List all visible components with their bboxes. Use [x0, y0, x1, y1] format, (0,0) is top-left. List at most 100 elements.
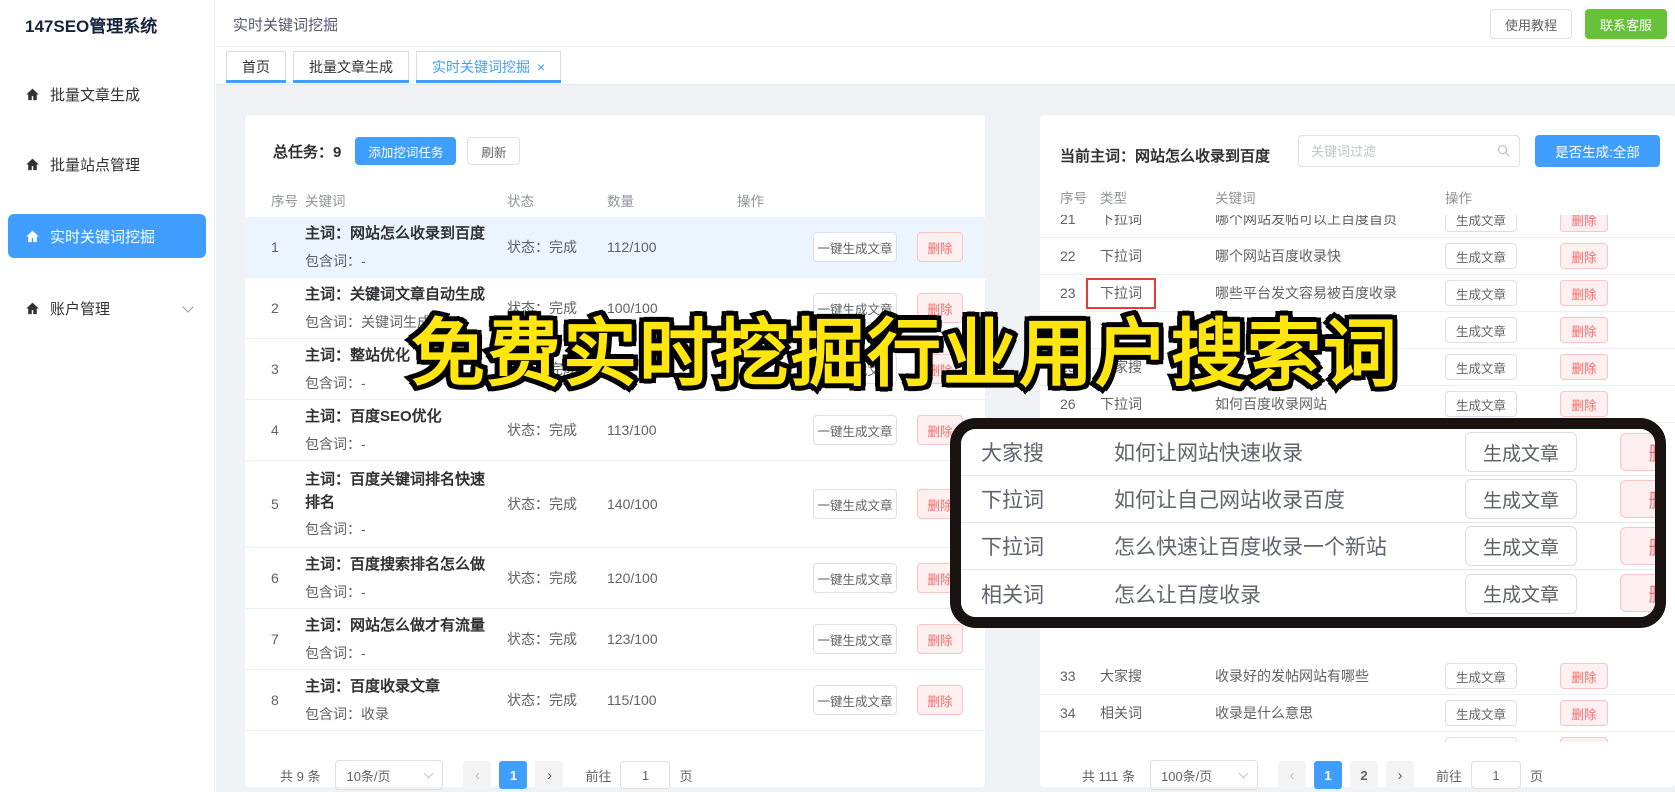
row-index: 7	[271, 631, 279, 647]
page-number-button[interactable]: 1	[1313, 761, 1342, 789]
contact-support-button[interactable]: 联系客服	[1584, 9, 1667, 39]
delete-button[interactable]: 删除	[1560, 391, 1608, 417]
help-button[interactable]: 使用教程	[1489, 9, 1572, 39]
page-size-select[interactable]: 10条/页	[335, 760, 444, 790]
row-index: 1	[271, 239, 279, 255]
delete-button[interactable]: 删除	[917, 685, 963, 715]
goto-page-input[interactable]	[1471, 761, 1521, 789]
table-row[interactable]: 8 主词：百度收录文章 包含词：收录 状态：完成 115/100 一键生成文章 删…	[245, 670, 985, 731]
generate-article-button[interactable]: 生成文章	[1464, 479, 1577, 519]
row-index: 25	[1060, 359, 1076, 375]
sidebar-item-account[interactable]: 账户管理	[8, 286, 206, 330]
prev-page-button[interactable]: ‹	[463, 761, 492, 789]
next-page-button[interactable]: ›	[535, 761, 564, 789]
table-row[interactable]: 22 下拉词 哪个网站百度收录快 生成文章 删除	[1040, 238, 1675, 275]
row-index: 2	[271, 300, 279, 316]
generate-article-button[interactable]: 一键生成文章	[813, 415, 897, 445]
delete-button[interactable]: 删除	[917, 354, 963, 384]
table-row[interactable]: 4 主词：百度SEO优化 包含词：- 状态：完成 113/100 一键生成文章 删…	[245, 400, 985, 461]
table-row[interactable]: 24 下拉词 生成文章 删除	[1040, 312, 1675, 349]
generate-article-button[interactable]: 生成文章	[1464, 573, 1577, 614]
generate-article-button[interactable]: 生成文章	[1445, 280, 1517, 306]
generate-article-button[interactable]: 生成文章	[1464, 526, 1577, 566]
page-number-button[interactable]: 1	[499, 761, 528, 789]
keyword-filter-input[interactable]	[1298, 135, 1520, 167]
goto-page-input[interactable]	[620, 761, 671, 789]
column-header: 状态	[507, 194, 534, 209]
generate-article-button[interactable]: 一键生成文章	[813, 563, 897, 593]
delete-button[interactable]: 删除	[1560, 354, 1608, 380]
generate-article-button[interactable]: 一键生成文章	[813, 685, 897, 715]
generate-article-button[interactable]: 生成文章	[1464, 432, 1577, 472]
prev-page-icon: ‹	[1289, 766, 1295, 784]
row-keyword: 主词：整站优化	[305, 347, 411, 365]
table-row[interactable]: 2 主词：关键词文章自动生成 包含词：关键词生成 状态：完成 100/100 一键…	[245, 278, 985, 339]
row-count: 120/100	[607, 570, 658, 586]
generate-article-button[interactable]: 生成文章	[1445, 663, 1517, 689]
refresh-button[interactable]: 刷新	[467, 137, 521, 165]
generate-article-button[interactable]: 生成文章	[1445, 354, 1517, 380]
add-task-button[interactable]: 添加挖词任务	[355, 137, 457, 165]
prev-page-button[interactable]: ‹	[1277, 761, 1306, 789]
table-row[interactable]: 35 下拉词 新站百度秒收录 生成文章 删除	[1040, 732, 1675, 742]
delete-button[interactable]: 删除	[1620, 480, 1655, 518]
generate-article-button[interactable]: 生成文章	[1445, 215, 1517, 232]
sidebar-item-article-generation[interactable]: 批量文章生成	[8, 72, 206, 116]
table-row[interactable]: 25 大家搜 生成文章 删除	[1040, 349, 1675, 386]
delete-button[interactable]: 删除	[1560, 737, 1608, 742]
generate-article-button[interactable]: 生成文章	[1445, 317, 1517, 343]
row-type: 大家搜	[1100, 668, 1142, 684]
delete-button[interactable]: 删除	[1560, 280, 1608, 306]
tab-home[interactable]: 首页	[226, 51, 286, 83]
generate-article-button[interactable]: 一键生成文章	[813, 232, 897, 262]
table-row[interactable]: 1 主词：网站怎么收录到百度 包含词：- 状态：完成 112/100 一键生成文章…	[245, 217, 985, 278]
delete-button[interactable]: 删除	[917, 624, 963, 654]
table-row[interactable]: 5 主词：百度关键词排名快速排名 包含词：- 状态：完成 140/100 一键生成…	[245, 461, 985, 548]
close-icon[interactable]: ×	[537, 60, 545, 74]
column-header: 关键词	[305, 194, 346, 209]
tasks-panel: 总任务：9 添加挖词任务 刷新 序号 关键词 状态 数量 操作 1 主词：网站怎…	[245, 115, 985, 790]
table-row[interactable]: 3 主词：整站优化 包含词：- 状态：完成 一键生成文章 删除	[245, 339, 985, 400]
delete-button[interactable]: 删除	[1620, 433, 1655, 471]
tab-bar: 首页 批量文章生成 实时关键词挖掘 ×	[216, 47, 1675, 85]
delete-button[interactable]: 删除	[1560, 700, 1608, 726]
delete-button[interactable]: 删除	[917, 293, 963, 323]
row-status: 状态：完成	[507, 570, 577, 586]
sidebar-item-keyword-mining[interactable]: 实时关键词挖掘	[8, 214, 206, 258]
generate-article-button[interactable]: 一键生成文章	[813, 489, 897, 519]
tab-keyword-mining[interactable]: 实时关键词挖掘 ×	[416, 51, 562, 83]
table-row[interactable]: 23 下拉词 哪些平台发文容易被百度收录 生成文章 删除	[1040, 275, 1675, 312]
table-row[interactable]: 21 下拉词 哪个网站发帖可以上百度首页 生成文章 删除	[1040, 215, 1675, 238]
generate-article-button[interactable]: 生成文章	[1445, 391, 1517, 417]
sidebar-item-site-management[interactable]: 批量站点管理	[8, 142, 206, 186]
generate-article-button[interactable]: 生成文章	[1445, 737, 1517, 742]
table-row[interactable]: 33 大家搜 收录好的发帖网站有哪些 生成文章 删除	[1040, 658, 1675, 695]
column-header: 序号	[271, 194, 298, 209]
generate-filter-button[interactable]: 是否生成:全部	[1535, 135, 1660, 167]
row-index: 21	[1060, 215, 1076, 227]
generate-article-button[interactable]: 一键生成文章	[813, 624, 897, 654]
table-row[interactable]: 7 主词：网站怎么做才有流量 包含词：- 状态：完成 123/100 一键生成文章…	[245, 609, 985, 670]
generate-article-button[interactable]: 一键生成文章	[813, 293, 897, 323]
generate-article-button[interactable]: 生成文章	[1445, 243, 1517, 269]
row-keyword: 主词：关键词文章自动生成	[305, 286, 486, 304]
delete-button[interactable]: 删除	[1560, 215, 1608, 232]
page-size-select[interactable]: 100条/页	[1149, 760, 1258, 790]
page-number-button[interactable]: 2	[1349, 761, 1378, 789]
delete-button[interactable]: 删除	[917, 232, 963, 262]
row-keyword: 如何让网站快速收录	[1114, 442, 1303, 465]
delete-button[interactable]: 删除	[1560, 317, 1608, 343]
tab-article-generation[interactable]: 批量文章生成	[293, 51, 409, 83]
delete-button[interactable]: 删除	[1620, 527, 1655, 565]
delete-button[interactable]: 删除	[1560, 663, 1608, 689]
generate-article-button[interactable]: 生成文章	[1445, 700, 1517, 726]
table-row[interactable]: 6 主词：百度搜索排名怎么做 包含词：- 状态：完成 120/100 一键生成文章…	[245, 548, 985, 609]
row-index: 22	[1060, 248, 1076, 264]
table-row[interactable]: 34 相关词 收录是什么意思 生成文章 删除	[1040, 695, 1675, 732]
delete-button[interactable]: 删除	[1620, 574, 1655, 612]
next-page-button[interactable]: ›	[1385, 761, 1414, 789]
row-index: 24	[1060, 322, 1076, 338]
generate-article-button[interactable]: 一键生成文章	[813, 354, 897, 384]
delete-button[interactable]: 删除	[1560, 243, 1608, 269]
home-icon	[25, 87, 40, 102]
